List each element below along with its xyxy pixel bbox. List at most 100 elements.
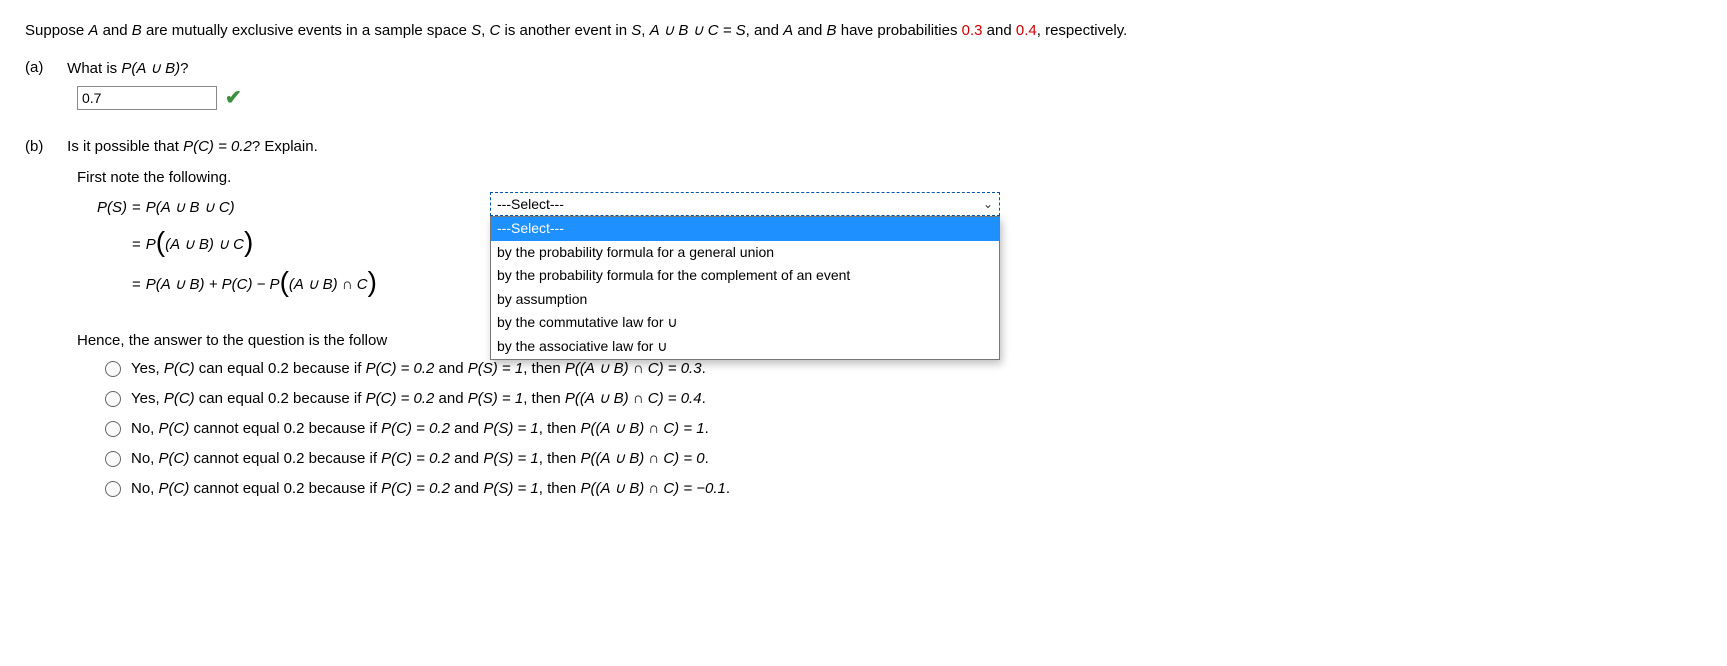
select-box[interactable]: ---Select--- ⌄ <box>490 192 1000 216</box>
text: cannot equal 0.2 because if <box>189 420 381 437</box>
text: Suppose <box>25 22 88 39</box>
expr: P(C) <box>164 390 195 407</box>
text: and <box>434 390 467 407</box>
radio-label: No, P(C) cannot equal 0.2 because if P(C… <box>131 447 709 471</box>
radio-option-3[interactable]: No, P(C) cannot equal 0.2 because if P(C… <box>105 417 1705 441</box>
expr: P((A ∪ B) ∩ C) = −0.1 <box>580 480 725 497</box>
p-func: P <box>146 236 156 253</box>
text: What is <box>67 60 121 77</box>
text: can equal 0.2 because if <box>195 360 366 377</box>
reason-dropdown[interactable]: ---Select--- ⌄ ---Select--- by the proba… <box>490 192 1000 360</box>
expr: P((A ∪ B) ∩ C) = 0 <box>580 450 704 467</box>
radio-icon[interactable] <box>105 391 121 407</box>
text: , <box>641 22 649 39</box>
text: , then <box>539 450 581 467</box>
text: , then <box>539 480 581 497</box>
rhs: P(A ∪ B ∪ C) <box>146 199 235 216</box>
part-a-question: What is P(A ∪ B)? <box>67 59 188 77</box>
note-text: First note the following. <box>77 169 1705 186</box>
expr: P(A ∪ B) <box>121 60 180 77</box>
text: , then <box>523 390 565 407</box>
text: . <box>705 420 709 437</box>
radio-option-4[interactable]: No, P(C) cannot equal 0.2 because if P(C… <box>105 447 1705 471</box>
var-c: C <box>489 22 500 39</box>
expr: P(C) <box>159 480 190 497</box>
radio-option-2[interactable]: Yes, P(C) can equal 0.2 because if P(C) … <box>105 387 1705 411</box>
expr: (A ∪ B) ∪ C <box>165 236 244 253</box>
text: , then <box>523 360 565 377</box>
text: . <box>702 390 706 407</box>
radio-icon[interactable] <box>105 361 121 377</box>
problem-intro: Suppose A and B are mutually exclusive e… <box>25 20 1705 41</box>
text: and <box>793 22 826 39</box>
question-container: Suppose A and B are mutually exclusive e… <box>25 20 1705 501</box>
derivation-block: First note the following. P(S) = P(A ∪ B… <box>77 169 1705 501</box>
correct-check-icon: ✔ <box>225 85 242 110</box>
var-a: A <box>88 22 98 39</box>
expr: P(C) = 0.2 <box>381 420 450 437</box>
lhs: P(S) <box>97 199 127 216</box>
part-a-answer-input[interactable] <box>77 86 217 110</box>
option-commutative[interactable]: by the commutative law for ∪ <box>491 311 999 335</box>
expr: P(S) = 1 <box>483 450 538 467</box>
expr: P((A ∪ B) ∩ C) = 1 <box>580 420 704 437</box>
expr: P(C) = 0.2 <box>366 390 435 407</box>
text: No, <box>131 480 159 497</box>
part-b-label: (b) <box>25 138 63 155</box>
prob-a-value: 0.3 <box>962 22 983 39</box>
prob-b-value: 0.4 <box>1016 22 1037 39</box>
text: . <box>726 480 730 497</box>
var-b: B <box>827 22 837 39</box>
expr: P(C) = 0.2 <box>381 480 450 497</box>
option-associative[interactable]: by the associative law for ∪ <box>491 335 999 359</box>
expr: P(C) = 0.2 <box>366 360 435 377</box>
text: ? <box>180 60 188 77</box>
equals: = <box>127 199 146 216</box>
dropdown-options: ---Select--- by the probability formula … <box>490 216 1000 360</box>
text: No, <box>131 420 159 437</box>
option-general-union[interactable]: by the probability formula for a general… <box>491 241 999 265</box>
text: . <box>702 360 706 377</box>
expr: P(C) = 0.2 <box>183 138 252 155</box>
text: is another event in <box>500 22 631 39</box>
part-a-label: (a) <box>25 59 63 76</box>
expr: P(S) = 1 <box>483 480 538 497</box>
option-complement[interactable]: by the probability formula for the compl… <box>491 264 999 288</box>
text: and <box>450 480 483 497</box>
radio-icon[interactable] <box>105 421 121 437</box>
expr: P(S) = 1 <box>483 420 538 437</box>
option-assumption[interactable]: by assumption <box>491 288 999 312</box>
radio-label: No, P(C) cannot equal 0.2 because if P(C… <box>131 417 709 441</box>
radio-label: Yes, P(C) can equal 0.2 because if P(C) … <box>131 357 706 381</box>
select-value: ---Select--- <box>497 196 564 212</box>
text: , then <box>539 420 581 437</box>
equation: A ∪ B ∪ C = S <box>650 22 746 39</box>
var-b: B <box>132 22 142 39</box>
expr: P(S) = 1 <box>468 360 523 377</box>
text: can equal 0.2 because if <box>195 390 366 407</box>
radio-label: Yes, P(C) can equal 0.2 because if P(C) … <box>131 387 706 411</box>
text: Is it possible that <box>67 138 183 155</box>
text: and <box>983 22 1016 39</box>
text: , respectively. <box>1037 22 1128 39</box>
radio-icon[interactable] <box>105 451 121 467</box>
var-s: S <box>631 22 641 39</box>
var-s: S <box>471 22 481 39</box>
part-b: (b) Is it possible that P(C) = 0.2? Expl… <box>25 138 1705 155</box>
chevron-down-icon: ⌄ <box>983 197 993 211</box>
expr: P(C) <box>159 420 190 437</box>
radio-label: No, P(C) cannot equal 0.2 because if P(C… <box>131 477 730 501</box>
expr: P(C) = 0.2 <box>381 450 450 467</box>
radio-option-5[interactable]: No, P(C) cannot equal 0.2 because if P(C… <box>105 477 1705 501</box>
option-select-placeholder[interactable]: ---Select--- <box>491 217 999 241</box>
text: and <box>450 420 483 437</box>
text: and <box>98 22 131 39</box>
radio-icon[interactable] <box>105 481 121 497</box>
text: Yes, <box>131 360 164 377</box>
text: No, <box>131 450 159 467</box>
part-b-question: Is it possible that P(C) = 0.2? Explain. <box>67 138 318 155</box>
radio-option-1[interactable]: Yes, P(C) can equal 0.2 because if P(C) … <box>105 357 1705 381</box>
expr: P((A ∪ B) ∩ C) = 0.3 <box>565 360 702 377</box>
text: cannot equal 0.2 because if <box>189 480 381 497</box>
text: . <box>705 450 709 467</box>
